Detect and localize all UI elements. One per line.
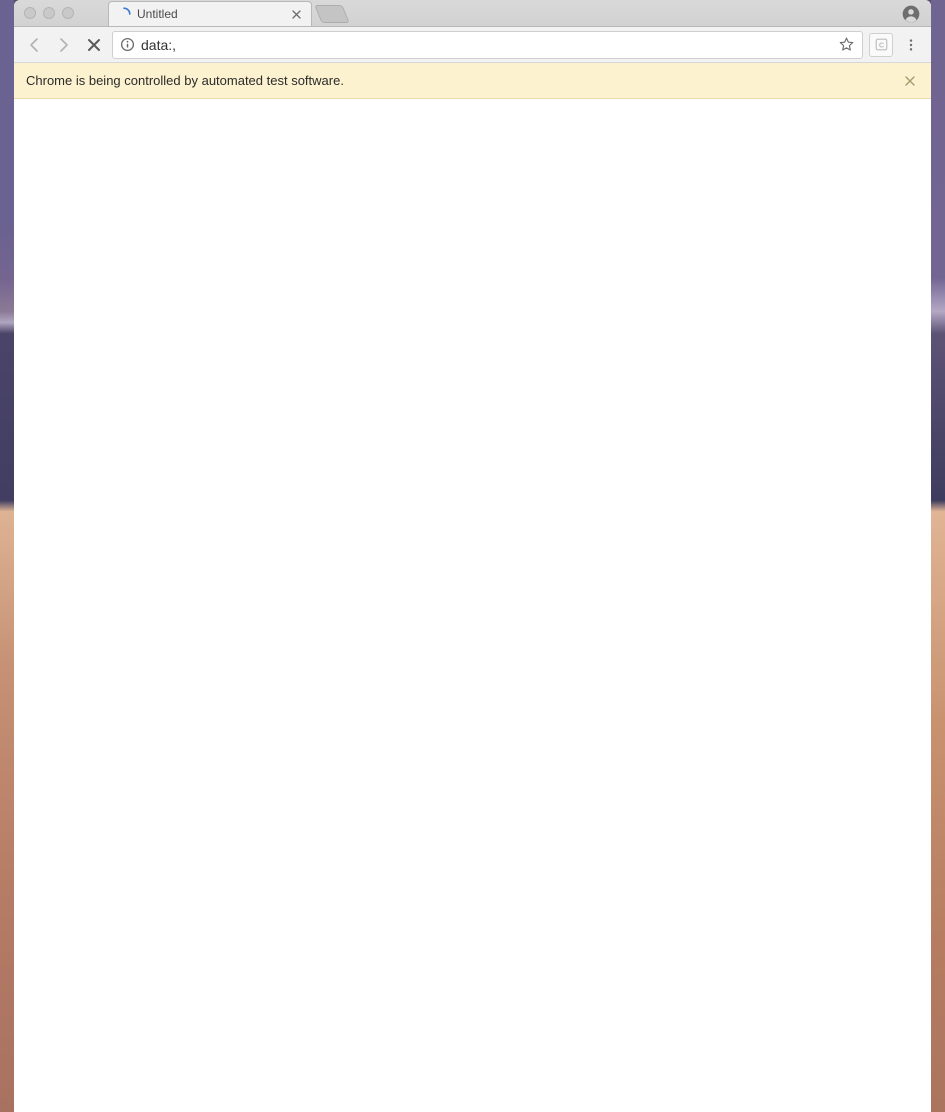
- automation-info-bar: Chrome is being controlled by automated …: [14, 63, 931, 99]
- browser-tab-active[interactable]: Untitled: [108, 1, 312, 26]
- site-info-icon[interactable]: [119, 37, 135, 53]
- new-tab-button[interactable]: [314, 5, 349, 23]
- stop-reload-button[interactable]: [82, 33, 106, 57]
- profile-avatar-icon[interactable]: [901, 4, 921, 24]
- info-bar-message: Chrome is being controlled by automated …: [26, 73, 901, 88]
- desktop-wallpaper-left: [0, 0, 14, 1112]
- tab-title: Untitled: [137, 7, 289, 21]
- page-viewport[interactable]: [14, 99, 931, 1112]
- bookmark-star-icon[interactable]: [836, 35, 856, 55]
- extension-button[interactable]: C: [869, 33, 893, 57]
- window-controls: [14, 0, 84, 26]
- tab-strip: Untitled: [14, 0, 931, 27]
- desktop-wallpaper-right: [931, 0, 945, 1112]
- loading-spinner-icon: [117, 7, 131, 21]
- address-bar-url: data:,: [141, 37, 830, 53]
- svg-text:C: C: [878, 40, 884, 49]
- browser-window: Untitled: [14, 0, 931, 1112]
- back-button[interactable]: [22, 33, 46, 57]
- info-bar-close-button[interactable]: [901, 72, 919, 90]
- tab-close-button[interactable]: [289, 7, 303, 21]
- window-minimize-button[interactable]: [43, 7, 55, 19]
- chrome-menu-button[interactable]: [899, 33, 923, 57]
- window-close-button[interactable]: [24, 7, 36, 19]
- forward-button[interactable]: [52, 33, 76, 57]
- window-zoom-button[interactable]: [62, 7, 74, 19]
- address-bar[interactable]: data:,: [112, 31, 863, 59]
- browser-toolbar: data:, C: [14, 27, 931, 63]
